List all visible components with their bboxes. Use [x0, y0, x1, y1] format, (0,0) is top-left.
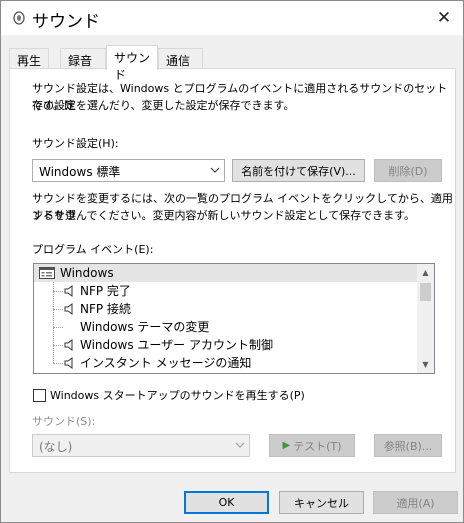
sounds-panel: サウンド設定は、Windows とプログラムのイベントに適用されるサウンドのセッ… — [9, 68, 456, 473]
sound-value: (なし) — [39, 440, 73, 454]
instructions-line-2: ンドを選んでください。変更内容が新しいサウンド設定として保存できます。 — [32, 209, 416, 222]
test-button-label: テスト(T) — [293, 439, 342, 453]
cancel-button[interactable]: キャンセル — [279, 491, 364, 514]
scroll-up-arrow-icon[interactable]: ▲ — [417, 264, 434, 281]
save-as-button[interactable]: 名前を付けて保存(V)... — [232, 159, 365, 182]
scheme-value: Windows 標準 — [39, 165, 121, 179]
event-item-label: Windows テーマの変更 — [80, 320, 210, 334]
test-button[interactable]: ▶ テスト(T) — [269, 434, 355, 457]
speaker-icon — [64, 303, 73, 315]
apply-button[interactable]: 適用(A) — [373, 491, 458, 514]
sound-select[interactable]: (なし) — [32, 434, 250, 457]
scrollbar-thumb[interactable] — [420, 283, 431, 301]
speaker-icon — [64, 339, 73, 351]
event-item-label: Windows ユーザー アカウント制御 — [80, 338, 273, 352]
scheme-label: サウンド設定(H): — [32, 137, 119, 150]
tab-communications[interactable]: 通信 — [158, 48, 203, 69]
chevron-down-icon — [210, 167, 220, 173]
event-item[interactable]: Windows テーマの変更 — [34, 318, 419, 336]
program-events-list[interactable]: Windows NFP 完了 NFP 接続 Windows テーマの変更 Win… — [33, 263, 435, 374]
scroll-down-arrow-icon[interactable]: ▼ — [417, 356, 434, 373]
event-item[interactable]: インスタント メッセージの通知 — [34, 354, 419, 372]
speaker-icon — [13, 11, 25, 25]
speaker-icon — [64, 357, 73, 369]
description-line-2: 存の設定を選んだり、変更した設定が保存できます。 — [32, 99, 295, 112]
title-bar: サウンド ✕ — [1, 1, 463, 35]
scheme-select[interactable]: Windows 標準 — [32, 159, 225, 182]
ok-button[interactable]: OK — [184, 491, 269, 514]
event-item-label: NFP 完了 — [80, 284, 131, 298]
window-icon — [39, 267, 55, 279]
sound-label: サウンド(S): — [32, 415, 96, 428]
events-label: プログラム イベント(E): — [32, 243, 154, 256]
tab-sounds[interactable]: サウンド — [106, 45, 158, 82]
delete-button[interactable]: 削除(D) — [374, 159, 442, 182]
close-button[interactable]: ✕ — [431, 5, 457, 31]
event-group-label: Windows — [60, 266, 114, 280]
play-icon: ▶ — [282, 440, 291, 451]
tab-playback[interactable]: 再生 — [9, 48, 49, 69]
chevron-down-icon — [235, 442, 245, 448]
browse-button[interactable]: 参照(B)... — [374, 434, 442, 457]
event-item-label: インスタント メッセージの通知 — [80, 356, 252, 370]
tab-recording[interactable]: 録音 — [60, 48, 106, 69]
events-scrollbar[interactable]: ▲ ▼ — [417, 264, 434, 373]
startup-sound-checkbox[interactable] — [33, 389, 46, 402]
sound-dialog: サウンド ✕ 再生 録音 サウンド 通信 サウンド設定は、Windows とプロ… — [0, 0, 464, 523]
event-item[interactable]: Windows ユーザー アカウント制御 — [34, 336, 419, 354]
window-title: サウンド — [32, 12, 100, 32]
event-item[interactable]: NFP 接続 — [34, 300, 419, 318]
startup-sound-label[interactable]: Windows スタートアップのサウンドを再生する(P) — [50, 387, 305, 404]
event-item-label: NFP 接続 — [80, 302, 131, 316]
event-item[interactable]: NFP 完了 — [34, 282, 419, 300]
close-icon: ✕ — [436, 8, 452, 28]
speaker-icon — [64, 285, 73, 297]
event-group-windows[interactable]: Windows — [34, 264, 419, 282]
